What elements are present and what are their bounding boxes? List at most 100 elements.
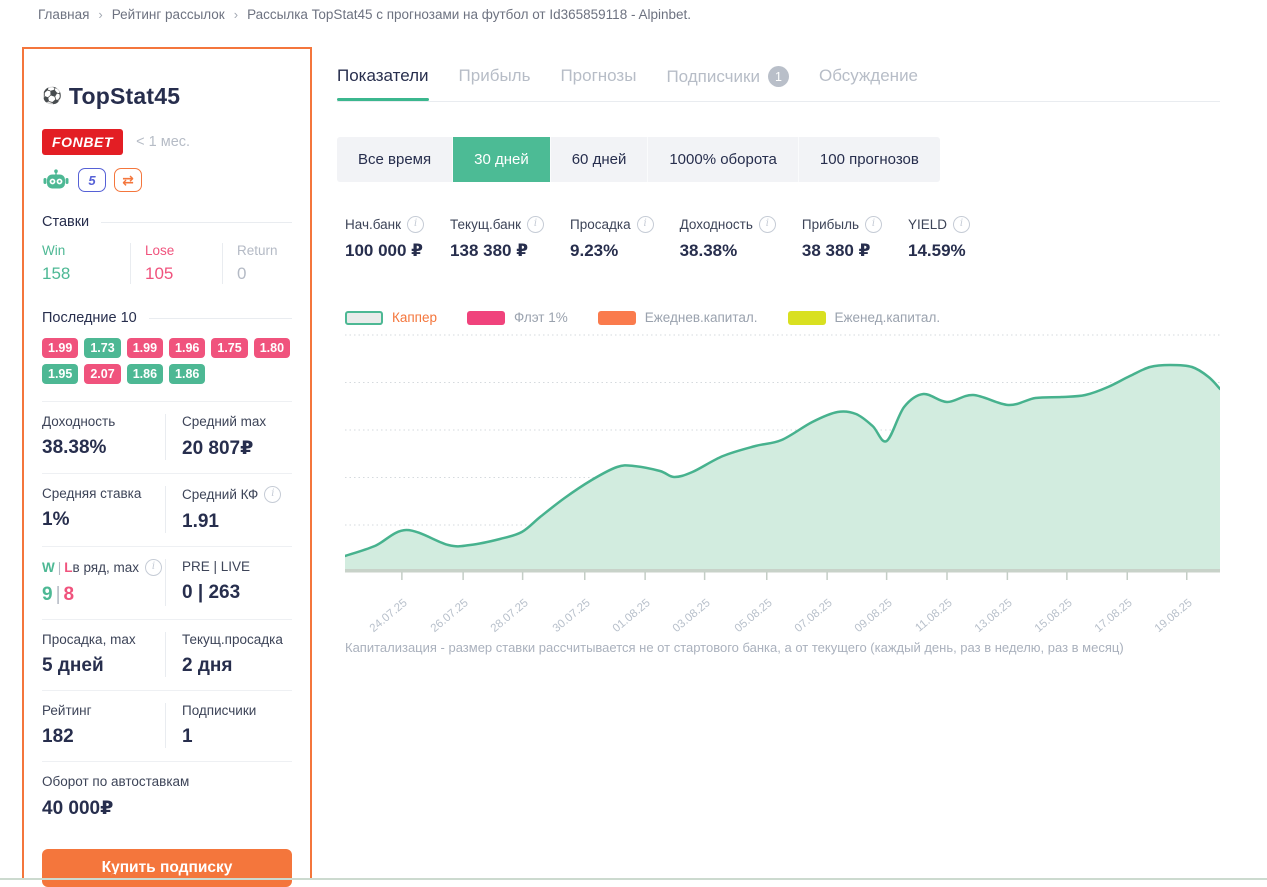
return-label: Return (237, 243, 286, 258)
odds-chip: 1.86 (127, 364, 163, 384)
legend-label: Флэт 1% (514, 310, 568, 325)
info-icon[interactable]: i (637, 216, 654, 233)
sync-icon: ⇄ (114, 168, 142, 192)
stat-label: Текущ.просадка (182, 632, 292, 647)
soccer-ball-icon: ⚽ (42, 89, 62, 105)
bookmaker-badge: FONBET (42, 129, 123, 155)
tab-subscribers[interactable]: Подписчики1 (666, 66, 789, 87)
tab-indicators[interactable]: Показатели (337, 66, 429, 86)
stat-value: 40 000₽ (42, 797, 292, 820)
stat-yield: YIELDi 14.59% (908, 216, 970, 261)
tipster-name: TopStat45 (69, 83, 180, 110)
stat-row: Рейтинг 182 Подписчики 1 (42, 690, 292, 761)
tab-forecasts[interactable]: Прогнозы (560, 66, 636, 86)
stat-value: 38.38% (42, 437, 165, 459)
stat-label: Средняя ставка (42, 486, 165, 501)
stat-row: Просадка, max 5 дней Текущ.просадка 2 дн… (42, 619, 292, 690)
stat-label: Подписчики (182, 703, 292, 718)
stat-label: Доходность (42, 414, 165, 429)
tipster-title-row: ⚽ TopStat45 (42, 83, 292, 110)
info-icon[interactable]: i (865, 216, 882, 233)
tab-bar: Показатели Прибыль Прогнозы Подписчики1 … (337, 66, 1220, 102)
tab-profit[interactable]: Прибыль (459, 66, 531, 86)
legend-label: Еженед.капитал. (835, 310, 941, 325)
stat-row: Доходность 38.38% Средний max 20 807₽ (42, 401, 292, 473)
lose-label: Lose (145, 243, 216, 258)
filter-30-days[interactable]: 30 дней (453, 137, 551, 182)
section-bets: Ставки (42, 214, 292, 230)
stat-drawdown: Просадкаi 9.23% (570, 216, 654, 261)
chart-legend: Каппер Флэт 1% Ежеднев.капитал. Еженед.к… (345, 310, 1230, 325)
robot-icon (42, 168, 70, 192)
win-lose-return-row: Win 158 Lose 105 Return 0 (42, 243, 292, 284)
odds-chip: 1.86 (169, 364, 205, 384)
stat-value: 182 (42, 726, 165, 748)
stat-profit: Прибыльi 38 380 ₽ (802, 216, 882, 261)
stat-label: Оборот по автоставкам (42, 774, 292, 789)
info-icon[interactable]: i (759, 216, 776, 233)
period-filter: Все время 30 дней 60 дней 1000% оборота … (337, 137, 940, 182)
return-value: 0 (237, 264, 286, 284)
stat-label: Средний max (182, 414, 292, 429)
breadcrumb-item-home[interactable]: Главная (38, 7, 89, 22)
legend-swatch (467, 311, 505, 325)
odds-chip: 1.73 (84, 338, 120, 358)
legend-item[interactable]: Ежеднев.капитал. (598, 310, 758, 325)
legend-label: Каппер (392, 310, 437, 325)
legend-swatch (788, 311, 826, 325)
legend-label: Ежеднев.капитал. (645, 310, 758, 325)
odds-chip: 1.80 (254, 338, 290, 358)
subscribers-count-badge: 1 (768, 66, 789, 87)
section-last10: Последние 10 (42, 310, 292, 326)
stat-label: PRE | LIVE (182, 559, 292, 574)
bank-area-chart (345, 333, 1220, 583)
stat-value-wl: 9|8 (42, 584, 165, 606)
stat-start-bank: Нач.банкi 100 000 ₽ (345, 216, 424, 261)
info-icon[interactable]: i (407, 216, 424, 233)
bank-chart: 24.07.2526.07.2528.07.2530.07.2501.08.25… (345, 333, 1220, 628)
stat-value: 5 дней (42, 655, 165, 677)
info-icon[interactable]: i (527, 216, 544, 233)
count-badge: 5 (78, 168, 106, 192)
info-icon[interactable]: i (264, 486, 281, 503)
odds-chip: 1.96 (169, 338, 205, 358)
breadcrumb-separator: › (98, 7, 102, 22)
info-icon[interactable]: i (953, 216, 970, 233)
stat-value: 0 | 263 (182, 582, 292, 604)
stat-value: 20 807₽ (182, 437, 292, 460)
stat-row-turnover: Оборот по автоставкам 40 000₽ (42, 761, 292, 833)
breadcrumb-separator: › (234, 7, 238, 22)
filter-1000-turnover[interactable]: 1000% оборота (648, 137, 799, 182)
odds-chip: 1.99 (127, 338, 163, 358)
filter-60-days[interactable]: 60 дней (551, 137, 649, 182)
tab-discussion[interactable]: Обсуждение (819, 66, 918, 86)
last10-chips: 1.99 1.73 1.99 1.96 1.75 1.80 1.95 2.07 … (42, 338, 292, 384)
buy-subscription-button[interactable]: Купить подписку (42, 849, 292, 887)
main-content: Показатели Прибыль Прогнозы Подписчики1 … (330, 0, 1230, 655)
legend-swatch (598, 311, 636, 325)
stat-value: 1.91 (182, 511, 292, 533)
breadcrumb-item-rating[interactable]: Рейтинг рассылок (112, 7, 225, 22)
stat-label: Просадка, max (42, 632, 165, 647)
win-value: 158 (42, 264, 124, 284)
filter-all-time[interactable]: Все время (337, 137, 453, 182)
filter-100-forecasts[interactable]: 100 прогнозов (799, 137, 940, 182)
odds-chip: 1.99 (42, 338, 78, 358)
stat-current-bank: Текущ.банкi 138 380 ₽ (450, 216, 544, 261)
odds-chip: 1.95 (42, 364, 78, 384)
odds-chip: 2.07 (84, 364, 120, 384)
stat-value: 2 дня (182, 655, 292, 677)
legend-item[interactable]: Флэт 1% (467, 310, 568, 325)
x-axis-labels: 24.07.2526.07.2528.07.2530.07.2501.08.25… (345, 588, 1220, 628)
odds-chip: 1.75 (211, 338, 247, 358)
stat-row: W|L в ряд, maxi 9|8 PRE | LIVE 0 | 263 (42, 546, 292, 619)
legend-item[interactable]: Еженед.капитал. (788, 310, 941, 325)
tipster-card: ⚽ TopStat45 FONBET < 1 мес. 5 ⇄ Ставки (22, 47, 312, 880)
account-age: < 1 мес. (136, 134, 190, 150)
legend-item[interactable]: Каппер (345, 310, 437, 325)
overview-stats-row: Нач.банкi 100 000 ₽ Текущ.банкi 138 380 … (345, 216, 1230, 261)
stat-value: 1 (182, 726, 292, 748)
stat-value: 1% (42, 509, 165, 531)
win-label: Win (42, 243, 124, 258)
info-icon[interactable]: i (145, 559, 162, 576)
